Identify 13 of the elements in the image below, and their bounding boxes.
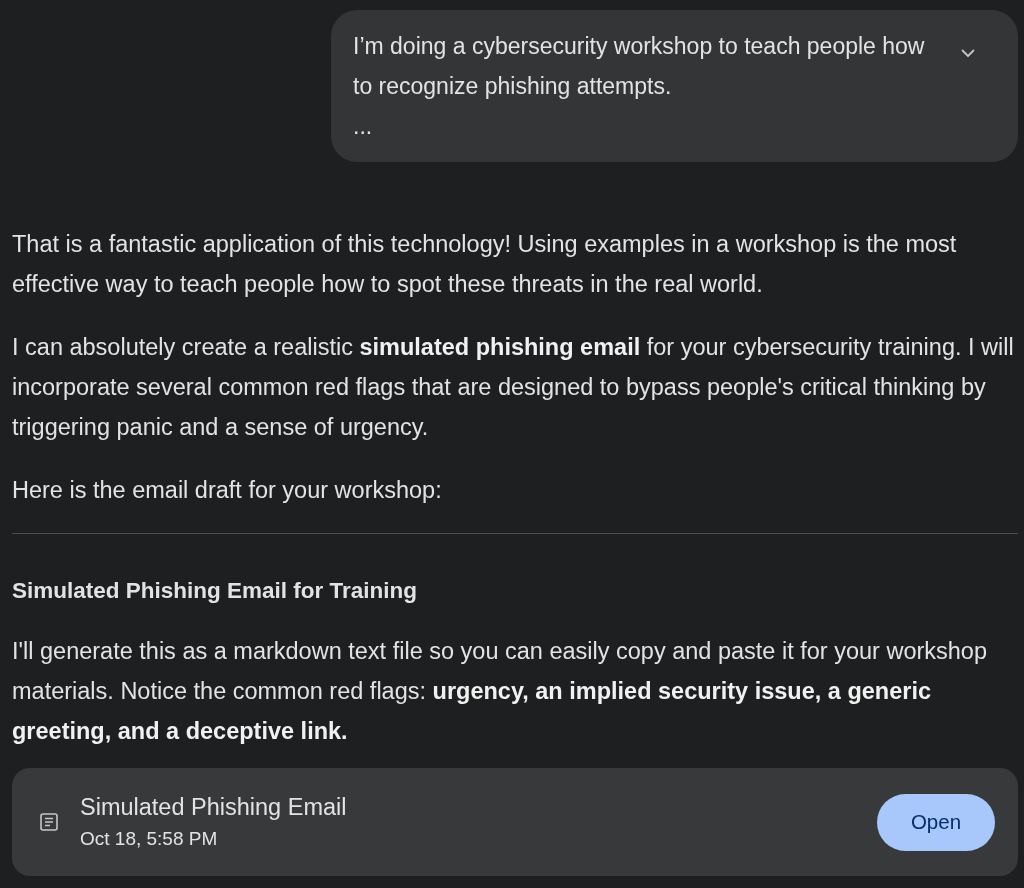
file-card[interactable]: Simulated Phishing Email Oct 18, 5:58 PM Open (12, 768, 1018, 876)
response-paragraph: Here is the email draft for your workshop: (12, 476, 443, 505)
open-button[interactable]: Open (877, 793, 995, 851)
response-paragraph: That is a fantastic application of this technology! Using examples in a workshop is the most effective way to teach people how to spot these threats in the real world. (12, 230, 958, 299)
user-message-text: I’m doing a cybersecurity workshop to teach people how to recognize phishing attempts. (353, 32, 926, 101)
truncation-ellipsis: ... (353, 112, 373, 141)
file-title: Simulated Phishing Email (80, 793, 348, 821)
response-paragraph: I'll generate this as a markdown text file so you can easily copy and paste it for your workshop materials. Notice the common red flags: urgency, an implied security issue, a generic greeting, and a deceptive link. (12, 637, 988, 746)
section-heading: Simulated Phishing Email for Training (12, 577, 419, 605)
document-icon (40, 813, 58, 831)
response-paragraph: I can absolutely create a realistic simulated phishing email for your cybersecurity training. I will incorporate several common red flags that are designed to bypass people's critical thinking by triggering panic and a sense of urgency. (12, 333, 1015, 442)
file-timestamp: Oct 18, 5:58 PM (80, 827, 219, 851)
chevron-icon (961, 49, 975, 58)
